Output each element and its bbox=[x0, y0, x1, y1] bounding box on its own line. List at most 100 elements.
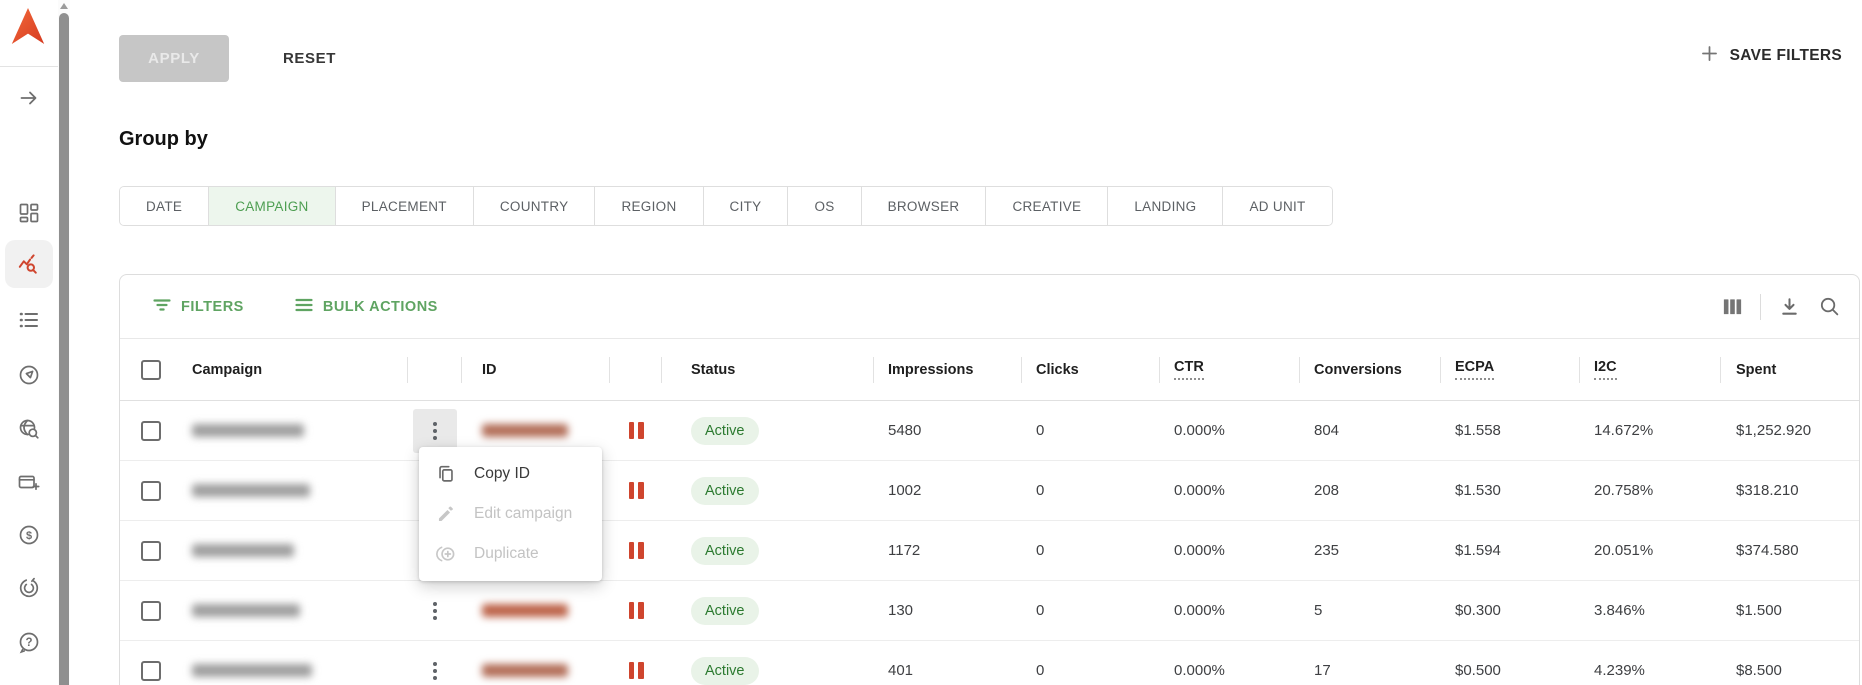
copy-icon bbox=[435, 463, 457, 485]
sidebar-scrollbar[interactable] bbox=[58, 0, 70, 685]
pause-icon[interactable] bbox=[628, 662, 644, 679]
spent-cell: $1.500 bbox=[1736, 602, 1782, 619]
clicks-cell: 0 bbox=[1036, 662, 1045, 679]
pause-icon[interactable] bbox=[628, 422, 644, 439]
group-by-tabs: DATE CAMPAIGN PLACEMENT COUNTRY REGION C… bbox=[119, 186, 1333, 226]
adsterra-logo[interactable] bbox=[10, 5, 46, 47]
tab-date[interactable]: DATE bbox=[120, 187, 209, 225]
sidebar-item-list-icon[interactable] bbox=[17, 308, 41, 332]
svg-text:$: $ bbox=[26, 530, 32, 542]
app-screen: $ ? APPLY RESET SAVE FILTERS Group by DA… bbox=[0, 0, 1862, 685]
i2c-cell: 3.846% bbox=[1594, 602, 1645, 619]
table-toolbar-right bbox=[1720, 293, 1859, 320]
select-all-checkbox[interactable] bbox=[141, 359, 161, 380]
columns-icon[interactable] bbox=[1720, 295, 1744, 319]
sidebar-item-dashboard-icon[interactable] bbox=[17, 201, 41, 225]
tab-browser[interactable]: BROWSER bbox=[860, 187, 986, 225]
scrollbar-thumb[interactable] bbox=[59, 13, 69, 685]
column-header-conversions[interactable]: Conversions bbox=[1300, 339, 1441, 400]
pause-icon[interactable] bbox=[628, 602, 644, 619]
ecpa-cell: $0.500 bbox=[1455, 662, 1501, 679]
table-header-row: Campaign ID Status Impressions Clicks CT… bbox=[120, 339, 1859, 401]
tab-country[interactable]: COUNTRY bbox=[472, 187, 595, 225]
ctr-cell: 0.000% bbox=[1174, 422, 1225, 439]
sidebar-item-help-icon[interactable]: ? bbox=[17, 630, 41, 654]
tab-landing[interactable]: LANDING bbox=[1107, 187, 1223, 225]
filters-button[interactable]: FILTERS bbox=[146, 294, 250, 320]
filter-actions-row: APPLY RESET bbox=[119, 35, 342, 82]
filters-label: FILTERS bbox=[181, 298, 244, 315]
row-checkbox[interactable] bbox=[141, 660, 161, 681]
row-checkbox[interactable] bbox=[141, 480, 161, 501]
bulk-actions-label: BULK ACTIONS bbox=[322, 298, 438, 315]
i2c-cell: 20.758% bbox=[1594, 482, 1654, 499]
campaign-id-blurred bbox=[482, 664, 568, 677]
ctr-cell: 0.000% bbox=[1174, 602, 1225, 619]
spent-cell: $1,252.920 bbox=[1736, 422, 1812, 439]
spent-cell: $318.210 bbox=[1736, 482, 1799, 499]
sidebar-item-globe-search-icon[interactable] bbox=[17, 417, 41, 441]
sidebar-divider bbox=[0, 66, 58, 67]
conversions-cell: 235 bbox=[1314, 542, 1340, 559]
sidebar-item-compass-icon[interactable] bbox=[17, 363, 41, 387]
apply-button[interactable]: APPLY bbox=[119, 35, 229, 82]
search-icon[interactable] bbox=[1817, 295, 1841, 319]
plus-icon bbox=[1699, 43, 1720, 69]
sidebar-item-statistics-icon[interactable] bbox=[17, 253, 41, 277]
menu-item-copy-id[interactable]: Copy ID bbox=[419, 454, 602, 494]
tab-region[interactable]: REGION bbox=[594, 187, 703, 225]
tab-city[interactable]: CITY bbox=[702, 187, 788, 225]
spent-cell: $8.500 bbox=[1736, 662, 1782, 679]
bulk-actions-button[interactable]: BULK ACTIONS bbox=[288, 294, 444, 320]
column-header-clicks[interactable]: Clicks bbox=[1022, 339, 1160, 400]
row-checkbox[interactable] bbox=[141, 600, 161, 621]
table-row: Active 5480 0 0.000% 804 $1.558 14.672% … bbox=[120, 401, 1859, 461]
row-menu-kebab-icon[interactable] bbox=[413, 649, 457, 685]
row-checkbox[interactable] bbox=[141, 540, 161, 561]
table-row: Active 130 0 0.000% 5 $0.300 3.846% $1.5… bbox=[120, 581, 1859, 641]
row-checkbox[interactable] bbox=[141, 420, 161, 441]
sidebar-item-dollar-icon[interactable]: $ bbox=[17, 523, 41, 547]
tab-ad-unit[interactable]: AD UNIT bbox=[1222, 187, 1332, 225]
ctr-cell: 0.000% bbox=[1174, 662, 1225, 679]
column-header-id[interactable]: ID bbox=[462, 339, 610, 400]
impressions-cell: 130 bbox=[888, 602, 914, 619]
sidebar-item-card-plus-icon[interactable] bbox=[17, 471, 41, 495]
scrollbar-up-arrow-icon[interactable] bbox=[60, 3, 68, 9]
conversions-cell: 208 bbox=[1314, 482, 1340, 499]
pause-icon[interactable] bbox=[628, 542, 644, 559]
column-header-campaign[interactable]: Campaign bbox=[182, 339, 408, 400]
i2c-cell: 20.051% bbox=[1594, 542, 1654, 559]
filter-icon bbox=[152, 295, 172, 319]
status-badge: Active bbox=[691, 596, 759, 625]
row-menu-kebab-icon[interactable] bbox=[413, 589, 457, 633]
sidebar-collapse-arrow-right-icon[interactable] bbox=[17, 86, 41, 110]
reset-button[interactable]: RESET bbox=[277, 49, 342, 68]
tab-creative[interactable]: CREATIVE bbox=[985, 187, 1108, 225]
save-filters-button[interactable]: SAVE FILTERS bbox=[1693, 42, 1848, 70]
impressions-cell: 1172 bbox=[888, 542, 921, 559]
sidebar: $ ? bbox=[0, 0, 58, 685]
row-menu-kebab-icon[interactable] bbox=[413, 408, 457, 453]
pencil-icon bbox=[435, 503, 457, 525]
conversions-cell: 5 bbox=[1314, 602, 1323, 619]
column-header-i2c[interactable]: I2C bbox=[1580, 339, 1721, 400]
column-header-actions bbox=[408, 339, 462, 400]
column-header-status[interactable]: Status bbox=[662, 339, 874, 400]
ecpa-cell: $1.530 bbox=[1455, 482, 1501, 499]
tab-placement[interactable]: PLACEMENT bbox=[334, 187, 473, 225]
campaign-name-blurred bbox=[192, 664, 312, 677]
tab-campaign[interactable]: CAMPAIGN bbox=[208, 187, 335, 225]
column-header-ctr[interactable]: CTR bbox=[1160, 339, 1300, 400]
group-by-heading: Group by bbox=[119, 128, 208, 150]
pause-icon[interactable] bbox=[628, 482, 644, 499]
tab-os[interactable]: OS bbox=[787, 187, 861, 225]
conversions-cell: 804 bbox=[1314, 422, 1340, 439]
column-header-spent[interactable]: Spent bbox=[1721, 339, 1859, 400]
sidebar-item-referral-icon[interactable] bbox=[17, 576, 41, 600]
duplicate-icon bbox=[435, 543, 457, 565]
download-icon[interactable] bbox=[1777, 295, 1801, 319]
column-header-ecpa[interactable]: ECPA bbox=[1441, 339, 1580, 400]
campaign-name-blurred bbox=[192, 424, 304, 437]
column-header-impressions[interactable]: Impressions bbox=[874, 339, 1022, 400]
